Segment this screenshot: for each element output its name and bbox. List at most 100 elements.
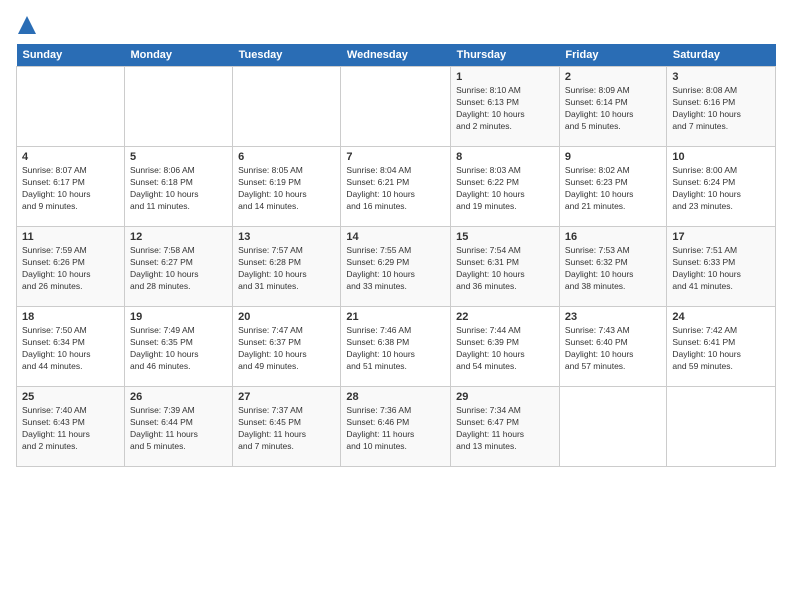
day-info: Sunrise: 7:39 AM Sunset: 6:44 PM Dayligh… <box>130 405 227 453</box>
calendar-week-row: 4Sunrise: 8:07 AM Sunset: 6:17 PM Daylig… <box>17 147 776 227</box>
day-info: Sunrise: 8:05 AM Sunset: 6:19 PM Dayligh… <box>238 165 335 213</box>
day-number: 8 <box>456 151 554 163</box>
day-info: Sunrise: 8:10 AM Sunset: 6:13 PM Dayligh… <box>456 85 554 133</box>
day-info: Sunrise: 7:58 AM Sunset: 6:27 PM Dayligh… <box>130 245 227 293</box>
day-number: 1 <box>456 71 554 83</box>
calendar-cell: 14 Sunrise: 7:55 AM Sunset: 6:29 PM Dayli… <box>341 227 451 307</box>
calendar-cell: 8 Sunrise: 8:03 AM Sunset: 6:22 PM Daylig… <box>451 147 560 227</box>
calendar-week-row: 11 Sunrise: 7:59 AM Sunset: 6:26 PM Dayli… <box>17 227 776 307</box>
day-number: 23 <box>565 311 661 323</box>
calendar-cell <box>233 67 341 147</box>
day-number: 29 <box>456 391 554 403</box>
calendar-cell: 9 Sunrise: 8:02 AM Sunset: 6:23 PM Daylig… <box>559 147 666 227</box>
header <box>16 16 776 34</box>
calendar-cell: 1 Sunrise: 8:10 AM Sunset: 6:13 PM Daylig… <box>451 67 560 147</box>
day-info: Sunrise: 7:46 AM Sunset: 6:38 PM Dayligh… <box>346 325 445 373</box>
day-number: 3 <box>672 71 770 83</box>
calendar-col-header: Wednesday <box>341 44 451 67</box>
day-info: Sunrise: 8:04 AM Sunset: 6:21 PM Dayligh… <box>346 165 445 213</box>
calendar-cell <box>341 67 451 147</box>
day-info: Sunrise: 7:42 AM Sunset: 6:41 PM Dayligh… <box>672 325 770 373</box>
day-number: 12 <box>130 231 227 243</box>
day-info: Sunrise: 7:49 AM Sunset: 6:35 PM Dayligh… <box>130 325 227 373</box>
calendar-cell: 23Sunrise: 7:43 AM Sunset: 6:40 PM Dayli… <box>559 307 666 387</box>
calendar-cell: 10 Sunrise: 8:00 AM Sunset: 6:24 PM Dayli… <box>667 147 776 227</box>
day-number: 15 <box>456 231 554 243</box>
calendar-cell: 15 Sunrise: 7:54 AM Sunset: 6:31 PM Dayli… <box>451 227 560 307</box>
calendar-col-header: Thursday <box>451 44 560 67</box>
calendar-cell: 29 Sunrise: 7:34 AM Sunset: 6:47 PM Dayli… <box>451 387 560 467</box>
day-number: 28 <box>346 391 445 403</box>
page-container: SundayMondayTuesdayWednesdayThursdayFrid… <box>0 0 792 475</box>
calendar-cell: 3 Sunrise: 8:08 AM Sunset: 6:16 PM Daylig… <box>667 67 776 147</box>
calendar-cell: 16 Sunrise: 7:53 AM Sunset: 6:32 PM Dayli… <box>559 227 666 307</box>
logo <box>16 16 36 34</box>
calendar-cell: 13 Sunrise: 7:57 AM Sunset: 6:28 PM Dayli… <box>233 227 341 307</box>
day-info: Sunrise: 7:36 AM Sunset: 6:46 PM Dayligh… <box>346 405 445 453</box>
calendar-cell: 2Sunrise: 8:09 AM Sunset: 6:14 PM Daylig… <box>559 67 666 147</box>
calendar-col-header: Tuesday <box>233 44 341 67</box>
day-number: 17 <box>672 231 770 243</box>
day-number: 14 <box>346 231 445 243</box>
calendar-week-row: 25 Sunrise: 7:40 AM Sunset: 6:43 PM Dayli… <box>17 387 776 467</box>
day-info: Sunrise: 7:47 AM Sunset: 6:37 PM Dayligh… <box>238 325 335 373</box>
day-number: 9 <box>565 151 661 163</box>
calendar-cell: 4Sunrise: 8:07 AM Sunset: 6:17 PM Daylig… <box>17 147 125 227</box>
calendar-cell: 6 Sunrise: 8:05 AM Sunset: 6:19 PM Daylig… <box>233 147 341 227</box>
calendar-cell: 20 Sunrise: 7:47 AM Sunset: 6:37 PM Dayli… <box>233 307 341 387</box>
calendar-cell: 11 Sunrise: 7:59 AM Sunset: 6:26 PM Dayli… <box>17 227 125 307</box>
day-info: Sunrise: 7:59 AM Sunset: 6:26 PM Dayligh… <box>22 245 119 293</box>
day-info: Sunrise: 7:57 AM Sunset: 6:28 PM Dayligh… <box>238 245 335 293</box>
day-info: Sunrise: 8:07 AM Sunset: 6:17 PM Dayligh… <box>22 165 119 213</box>
day-info: Sunrise: 8:06 AM Sunset: 6:18 PM Dayligh… <box>130 165 227 213</box>
calendar-cell: 12 Sunrise: 7:58 AM Sunset: 6:27 PM Dayli… <box>124 227 232 307</box>
calendar-week-row: 18 Sunrise: 7:50 AM Sunset: 6:34 PM Dayli… <box>17 307 776 387</box>
day-info: Sunrise: 7:50 AM Sunset: 6:34 PM Dayligh… <box>22 325 119 373</box>
calendar-week-row: 1 Sunrise: 8:10 AM Sunset: 6:13 PM Daylig… <box>17 67 776 147</box>
day-number: 18 <box>22 311 119 323</box>
day-number: 16 <box>565 231 661 243</box>
logo-icon <box>18 16 36 34</box>
calendar-col-header: Monday <box>124 44 232 67</box>
day-info: Sunrise: 8:08 AM Sunset: 6:16 PM Dayligh… <box>672 85 770 133</box>
calendar-cell: 22Sunrise: 7:44 AM Sunset: 6:39 PM Dayli… <box>451 307 560 387</box>
day-info: Sunrise: 7:54 AM Sunset: 6:31 PM Dayligh… <box>456 245 554 293</box>
calendar-cell: 28 Sunrise: 7:36 AM Sunset: 6:46 PM Dayli… <box>341 387 451 467</box>
day-number: 26 <box>130 391 227 403</box>
calendar-cell <box>17 67 125 147</box>
calendar-cell: 7 Sunrise: 8:04 AM Sunset: 6:21 PM Daylig… <box>341 147 451 227</box>
calendar-cell: 5 Sunrise: 8:06 AM Sunset: 6:18 PM Daylig… <box>124 147 232 227</box>
calendar-table: SundayMondayTuesdayWednesdayThursdayFrid… <box>16 44 776 467</box>
day-info: Sunrise: 7:53 AM Sunset: 6:32 PM Dayligh… <box>565 245 661 293</box>
day-info: Sunrise: 7:51 AM Sunset: 6:33 PM Dayligh… <box>672 245 770 293</box>
calendar-col-header: Friday <box>559 44 666 67</box>
calendar-cell: 21 Sunrise: 7:46 AM Sunset: 6:38 PM Dayli… <box>341 307 451 387</box>
day-number: 20 <box>238 311 335 323</box>
day-number: 19 <box>130 311 227 323</box>
day-info: Sunrise: 7:40 AM Sunset: 6:43 PM Dayligh… <box>22 405 119 453</box>
calendar-cell: 17 Sunrise: 7:51 AM Sunset: 6:33 PM Dayli… <box>667 227 776 307</box>
day-number: 13 <box>238 231 335 243</box>
calendar-cell: 25 Sunrise: 7:40 AM Sunset: 6:43 PM Dayli… <box>17 387 125 467</box>
calendar-cell: 18 Sunrise: 7:50 AM Sunset: 6:34 PM Dayli… <box>17 307 125 387</box>
day-number: 21 <box>346 311 445 323</box>
day-number: 27 <box>238 391 335 403</box>
day-info: Sunrise: 8:00 AM Sunset: 6:24 PM Dayligh… <box>672 165 770 213</box>
day-number: 25 <box>22 391 119 403</box>
day-info: Sunrise: 7:55 AM Sunset: 6:29 PM Dayligh… <box>346 245 445 293</box>
day-info: Sunrise: 8:03 AM Sunset: 6:22 PM Dayligh… <box>456 165 554 213</box>
day-number: 5 <box>130 151 227 163</box>
day-number: 11 <box>22 231 119 243</box>
day-number: 7 <box>346 151 445 163</box>
day-info: Sunrise: 8:02 AM Sunset: 6:23 PM Dayligh… <box>565 165 661 213</box>
day-info: Sunrise: 7:44 AM Sunset: 6:39 PM Dayligh… <box>456 325 554 373</box>
calendar-cell <box>559 387 666 467</box>
day-info: Sunrise: 7:34 AM Sunset: 6:47 PM Dayligh… <box>456 405 554 453</box>
day-number: 10 <box>672 151 770 163</box>
day-number: 6 <box>238 151 335 163</box>
calendar-col-header: Saturday <box>667 44 776 67</box>
calendar-cell: 19 Sunrise: 7:49 AM Sunset: 6:35 PM Dayli… <box>124 307 232 387</box>
day-info: Sunrise: 8:09 AM Sunset: 6:14 PM Dayligh… <box>565 85 661 133</box>
calendar-cell: 24Sunrise: 7:42 AM Sunset: 6:41 PM Dayli… <box>667 307 776 387</box>
calendar-cell: 26 Sunrise: 7:39 AM Sunset: 6:44 PM Dayli… <box>124 387 232 467</box>
